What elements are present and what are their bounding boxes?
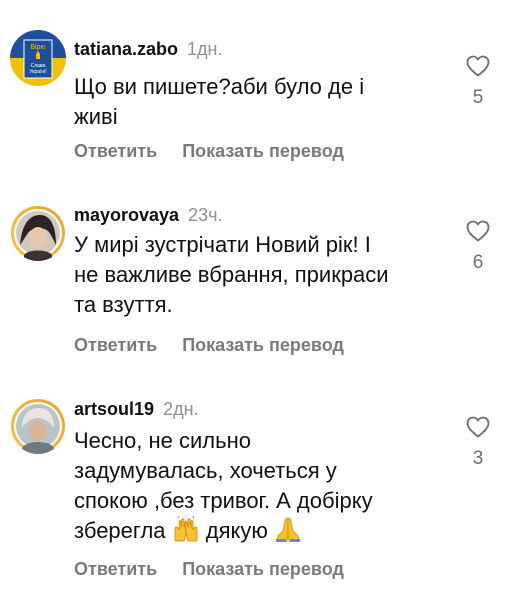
heart-outline-icon[interactable] (466, 220, 490, 242)
username[interactable]: mayorovaya (74, 205, 179, 225)
like-control: 3 (462, 416, 494, 470)
avatar-flag-image: Вірю Слава Україні! (10, 30, 66, 86)
like-count: 3 (472, 448, 484, 469)
username[interactable]: tatiana.zabo (74, 39, 178, 59)
comment-actions: Ответить Показать перевод (74, 334, 364, 356)
comment-actions: Ответить Показать перевод (74, 558, 364, 580)
comment-line: та взуття. (74, 292, 173, 317)
translate-button[interactable]: Показать перевод (182, 141, 344, 161)
like-control: 6 (462, 220, 494, 274)
timestamp: 2дн. (163, 399, 199, 419)
avatar-text-1: Вірю (30, 43, 45, 51)
avatar-photo (11, 206, 65, 261)
comment-line: Чесно, не сильно (74, 428, 251, 453)
avatar-photo (11, 399, 65, 454)
comment-header: tatiana.zabo 1дн. (74, 38, 223, 60)
like-count: 5 (472, 87, 484, 108)
username[interactable]: artsoul19 (74, 399, 154, 419)
comment-actions: Ответить Показать перевод (74, 140, 364, 162)
comment-line: задумувалась, хочеться у (74, 458, 337, 483)
avatar[interactable] (10, 205, 66, 261)
reply-button[interactable]: Ответить (74, 141, 157, 161)
translate-button[interactable]: Показать перевод (182, 335, 344, 355)
comment-line: спокою ,без тривог. А добірку (74, 488, 373, 513)
comment-line: У мирі зустрічати Новий рік! І (74, 232, 371, 257)
comment-line: живі (74, 104, 118, 129)
timestamp: 23ч. (188, 205, 223, 225)
reply-button[interactable]: Ответить (74, 335, 157, 355)
comment-text: У мирі зустрічати Новий рік! І не важлив… (74, 230, 449, 320)
like-count: 6 (472, 252, 484, 273)
translate-button[interactable]: Показать перевод (182, 559, 344, 579)
avatar-text-3: Україні! (29, 69, 46, 75)
comment-line: Що ви пишете?аби було де і (74, 74, 365, 99)
comment-header: mayorovaya 23ч. (74, 204, 223, 226)
like-control: 5 (462, 55, 494, 109)
comment-text: Чесно, не сильно задумувалась, хочеться … (74, 426, 449, 546)
raising-hands-emoji (174, 516, 198, 542)
comment-line-part: дякую (205, 518, 268, 543)
comment-line-part: зберегла (74, 518, 166, 543)
reply-button[interactable]: Ответить (74, 559, 157, 579)
comment-line: не важливе вбрання, прикраси (74, 262, 389, 287)
timestamp: 1дн. (187, 39, 223, 59)
heart-outline-icon[interactable] (466, 416, 490, 438)
avatar[interactable] (10, 398, 66, 454)
comment-line: зберегла дякую (74, 516, 449, 546)
avatar[interactable]: Вірю Слава Україні! (10, 30, 66, 86)
comment-header: artsoul19 2дн. (74, 398, 199, 420)
comment-text: Що ви пишете?аби було де і живі (74, 72, 449, 132)
folded-hands-emoji (276, 517, 301, 542)
heart-outline-icon[interactable] (466, 55, 490, 77)
